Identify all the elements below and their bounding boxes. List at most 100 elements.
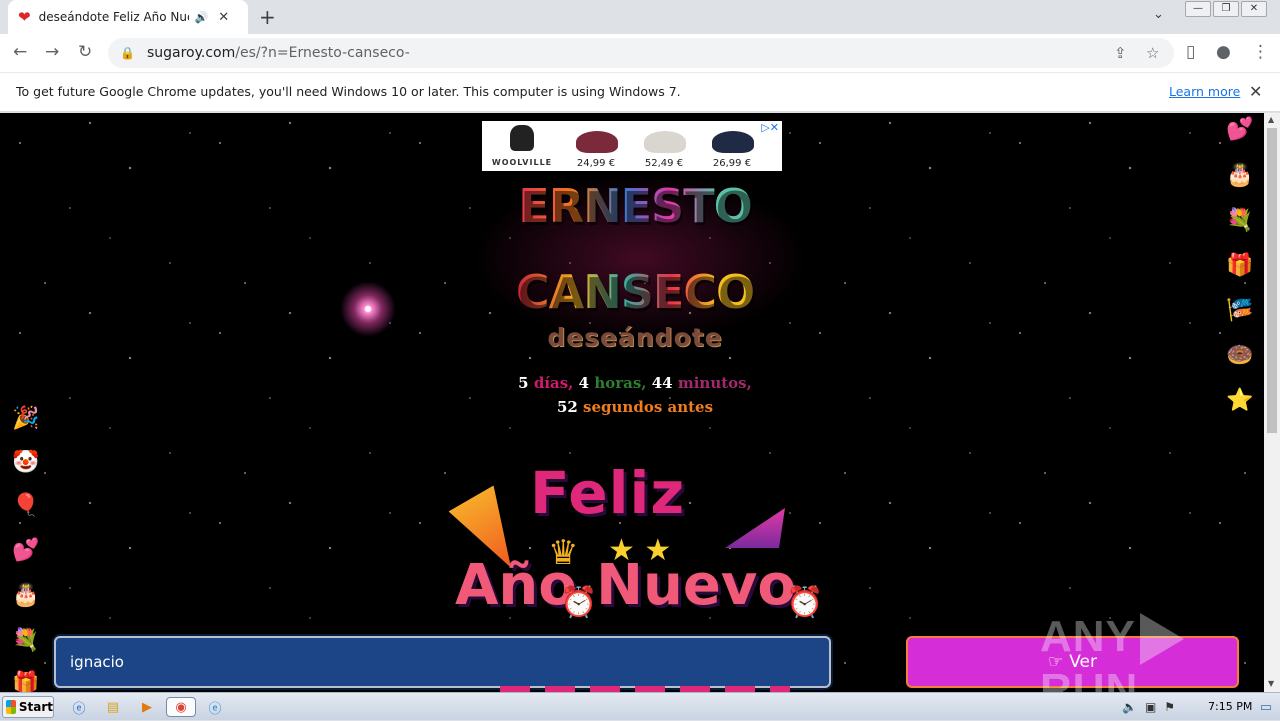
cake-icon[interactable]: 🎂 bbox=[12, 583, 39, 608]
ad-price: 26,99 € bbox=[712, 158, 752, 169]
browser-tab[interactable]: ❤ deseándote Feliz Año Nuevo 20 🔊 ✕ bbox=[8, 0, 248, 34]
countdown-line-1: 5 días, 4 horas, 44 minutos, bbox=[430, 371, 840, 395]
clock-icon: ⏰ bbox=[786, 585, 824, 620]
clock-icon: ⏰ bbox=[560, 585, 598, 620]
scrollbar-thumb[interactable] bbox=[1267, 128, 1277, 433]
side-panel-icon[interactable]: ▯ bbox=[1186, 42, 1195, 62]
donut-icon[interactable]: 🍩 bbox=[1226, 343, 1253, 368]
slipper-icon bbox=[712, 131, 754, 153]
party-popper-icon[interactable]: 🎉 bbox=[12, 406, 39, 431]
hours-unit: horas, bbox=[594, 374, 647, 392]
start-label: Start bbox=[18, 700, 53, 714]
close-tab-icon[interactable]: ✕ bbox=[218, 10, 229, 25]
flag-icon[interactable]: ⚑ bbox=[1164, 700, 1175, 714]
clock-time[interactable]: 7:15 PM bbox=[1208, 700, 1252, 713]
internet-explorer-icon[interactable]: ⓔ bbox=[68, 697, 90, 717]
flowers-icon[interactable]: 💐 bbox=[12, 628, 39, 653]
watermark-left: ANY bbox=[1040, 612, 1136, 661]
back-icon[interactable]: ← bbox=[13, 42, 27, 62]
ad-close-icon[interactable]: ▷✕ bbox=[761, 121, 779, 134]
slipper-icon bbox=[576, 131, 618, 153]
menu-icon[interactable]: ⋮ bbox=[1252, 42, 1269, 62]
seconds-value: 52 bbox=[556, 398, 578, 416]
tab-strip: ❤ deseándote Feliz Año Nuevo 20 🔊 ✕ + ⌄ … bbox=[0, 0, 1280, 34]
reload-icon[interactable]: ↻ bbox=[78, 42, 92, 62]
name-input[interactable] bbox=[54, 636, 831, 688]
gift-icon[interactable]: 🎁 bbox=[12, 671, 39, 692]
page-content: WOOLVILLE 24,99 € 52,49 € 26,99 € ▷✕ ERN… bbox=[0, 113, 1264, 692]
tab-title: deseándote Feliz Año Nuevo 20 bbox=[38, 10, 189, 24]
url-domain: sugaroy.com bbox=[146, 45, 236, 61]
star-icon[interactable]: ⭐ bbox=[1226, 388, 1253, 413]
ad-product[interactable]: 52,49 € bbox=[630, 121, 698, 171]
windows-logo-icon bbox=[6, 700, 16, 714]
balloons-icon[interactable]: 🎈 bbox=[12, 493, 39, 518]
first-name-title: ERNESTO bbox=[430, 179, 840, 233]
ad-price: 52,49 € bbox=[644, 158, 684, 169]
hearts-icon[interactable]: 💕 bbox=[12, 538, 39, 563]
bunting-icon[interactable]: 🎏 bbox=[1226, 298, 1253, 323]
forward-icon[interactable]: → bbox=[45, 42, 59, 62]
last-name-text: CANSECO bbox=[515, 265, 755, 319]
lock-icon[interactable]: 🔒 bbox=[120, 46, 135, 60]
speaker-icon[interactable]: 🔊 bbox=[195, 11, 209, 24]
window-controls: — ❐ ✕ bbox=[1183, 1, 1267, 17]
profile-icon[interactable]: ● bbox=[1216, 42, 1231, 62]
cake-icon[interactable]: 🎂 bbox=[1226, 163, 1253, 188]
scroll-up-icon[interactable]: ▲ bbox=[1268, 115, 1274, 124]
ad-price: 24,99 € bbox=[576, 158, 616, 169]
wish-text: deseándote bbox=[547, 323, 723, 352]
countdown-line-2: 52 segundos antes bbox=[430, 395, 840, 419]
update-infobar: To get future Google Chrome updates, you… bbox=[0, 72, 1280, 112]
cat-logo-icon bbox=[510, 125, 534, 151]
share-icon[interactable]: ⇪ bbox=[1114, 44, 1127, 62]
url-text: sugaroy.com/es/?n=Ernesto-canseco- bbox=[147, 45, 410, 61]
media-player-icon[interactable]: ▶ bbox=[136, 697, 158, 717]
chrome-icon[interactable]: ◉ bbox=[166, 697, 196, 717]
last-name-title: CANSECO bbox=[430, 265, 840, 319]
close-infobar-icon[interactable]: ✕ bbox=[1249, 82, 1262, 101]
slipper-icon bbox=[644, 131, 686, 153]
days-value: 5 bbox=[518, 374, 529, 392]
gift-icon[interactable]: 🎁 bbox=[1226, 253, 1253, 278]
hours-value: 4 bbox=[578, 374, 590, 392]
hearts-icon[interactable]: 💕 bbox=[1226, 117, 1253, 142]
bookmark-star-icon[interactable]: ☆ bbox=[1146, 44, 1159, 62]
start-button[interactable]: Start bbox=[2, 696, 54, 718]
firework-burst bbox=[340, 281, 396, 337]
new-tab-icon[interactable]: + bbox=[259, 5, 276, 29]
minimize-icon[interactable]: — bbox=[1185, 1, 1211, 17]
infobar-message: To get future Google Chrome updates, you… bbox=[16, 84, 681, 99]
play-logo-icon bbox=[1139, 613, 1184, 666]
restore-icon[interactable]: ❐ bbox=[1213, 1, 1239, 17]
party-hat-icon bbox=[725, 508, 785, 548]
first-name-text: ERNESTO bbox=[518, 179, 752, 233]
chevron-down-icon[interactable]: ⌄ bbox=[1153, 7, 1164, 22]
minutes-unit: minutos, bbox=[677, 374, 752, 392]
countdown: 5 días, 4 horas, 44 minutos, 52 segundos… bbox=[430, 371, 840, 419]
ad-brand: WOOLVILLE bbox=[491, 158, 553, 167]
speaker-tray-icon[interactable]: 🔈 bbox=[1122, 700, 1137, 714]
browser-toolbar: ← → ↻ 🔒 sugaroy.com/es/?n=Ernesto-cansec… bbox=[0, 34, 1280, 72]
ad-banner[interactable]: WOOLVILLE 24,99 € 52,49 € 26,99 € ▷✕ bbox=[482, 121, 782, 171]
page-scrollbar[interactable]: ▲ ▼ bbox=[1264, 113, 1280, 692]
edge-icon[interactable]: ⓔ bbox=[204, 697, 226, 717]
feliz-title: Feliz bbox=[530, 459, 686, 527]
anio-nuevo-title: Año Nuevo bbox=[455, 553, 796, 618]
show-desktop-icon[interactable]: ▭ bbox=[1256, 697, 1276, 717]
close-window-icon[interactable]: ✕ bbox=[1241, 1, 1267, 17]
ad-product[interactable]: 24,99 € bbox=[562, 121, 630, 171]
file-explorer-icon[interactable]: ▤ bbox=[102, 697, 124, 717]
learn-more-link[interactable]: Learn more bbox=[1169, 84, 1240, 99]
system-tray: 🔈 ▣ ⚑ bbox=[1122, 693, 1183, 721]
days-unit: días, bbox=[533, 374, 574, 392]
heart-favicon-icon: ❤ bbox=[18, 8, 31, 26]
network-icon[interactable]: ▣ bbox=[1145, 700, 1156, 714]
minutes-value: 44 bbox=[651, 374, 673, 392]
ad-product[interactable]: 26,99 € bbox=[698, 121, 766, 171]
seconds-unit: segundos antes bbox=[583, 398, 714, 416]
clown-icon[interactable]: 🤡 bbox=[12, 450, 39, 475]
flowers-icon[interactable]: 💐 bbox=[1226, 208, 1253, 233]
url-path: /es/?n=Ernesto-canseco- bbox=[235, 45, 410, 61]
address-bar[interactable]: 🔒 sugaroy.com/es/?n=Ernesto-canseco- ⇪ ☆ bbox=[108, 38, 1174, 68]
